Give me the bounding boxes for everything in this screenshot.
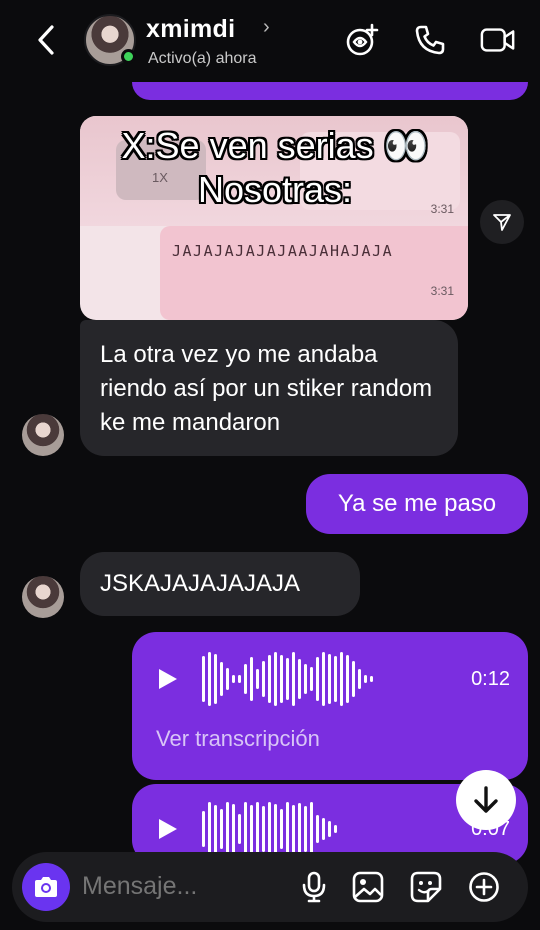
waveform-bar (364, 675, 367, 683)
voice-duration: 0:12 (471, 668, 510, 690)
voice-message[interactable]: 0:12 Ver transcripción (132, 632, 528, 780)
video-call-icon (480, 28, 515, 52)
image-timestamp: 3:31 (430, 284, 454, 298)
waveform[interactable] (202, 800, 337, 858)
waveform-bar (346, 655, 349, 703)
waveform-bar (220, 662, 223, 696)
waveform-bar (202, 811, 205, 847)
sticker-icon (410, 871, 442, 903)
waveform-bar (304, 806, 307, 852)
waveform-bar (280, 655, 283, 703)
waveform-bar (244, 664, 247, 694)
incoming-message[interactable]: La otra vez yo me andaba riendo así por … (80, 320, 458, 456)
waveform-bar (268, 655, 271, 703)
phone-icon (415, 25, 445, 55)
incoming-message[interactable]: JSKAJAJAJAJAJA (80, 552, 360, 616)
waveform-bar (334, 825, 337, 833)
waveform-bar (262, 661, 265, 697)
arrow-down-icon (474, 786, 498, 813)
waveform-bar (310, 802, 313, 856)
waveform-bar (214, 805, 217, 853)
waveform-bar (238, 814, 241, 844)
contact-name[interactable]: xmimdi (146, 15, 235, 44)
waveform-bar (316, 657, 319, 701)
sticker-add-button[interactable] (344, 22, 380, 58)
waveform-bar (208, 652, 211, 706)
caption-line: Nosotras: (197, 169, 353, 210)
waveform-bar (292, 652, 295, 706)
waveform-bar (256, 669, 259, 689)
waveform-bar (256, 802, 259, 856)
waveform-bar (208, 802, 211, 856)
video-caption-overlay: X:Se ven serias 👀 Nosotras: (60, 124, 490, 212)
waveform-bar (220, 809, 223, 849)
plus-circle-icon (469, 872, 499, 902)
waveform-bar (232, 804, 235, 854)
caption-line: X:Se ven serias 👀 (121, 125, 429, 166)
waveform-bar (358, 669, 361, 689)
avatar[interactable] (22, 576, 64, 618)
play-icon[interactable] (156, 818, 178, 840)
waveform-bar (310, 667, 313, 691)
play-icon[interactable] (156, 668, 178, 690)
microphone-icon (302, 871, 326, 903)
waveform-bar (268, 802, 271, 856)
avatar[interactable] (22, 414, 64, 456)
camera-icon (35, 877, 57, 897)
waveform-bar (340, 652, 343, 706)
outgoing-message[interactable]: Ya se me paso (306, 474, 528, 534)
waveform-bar (328, 821, 331, 837)
gallery-button[interactable] (350, 869, 386, 905)
waveform-bar (280, 809, 283, 849)
message-input[interactable] (82, 872, 282, 901)
waveform-bar (244, 802, 247, 856)
waveform-bar (334, 656, 337, 702)
contact-status: Activo(a) ahora (148, 50, 257, 67)
waveform-bar (274, 652, 277, 706)
waveform-bar (286, 802, 289, 856)
waveform-bar (274, 804, 277, 854)
back-icon (38, 25, 54, 55)
more-options-button[interactable] (466, 869, 502, 905)
waveform[interactable] (202, 650, 373, 708)
message-composer (12, 852, 528, 922)
camera-button[interactable] (22, 863, 70, 911)
waveform-bar (322, 652, 325, 706)
waveform-bar (250, 805, 253, 853)
waveform-bar (322, 818, 325, 840)
waveform-bar (298, 803, 301, 855)
view-transcript-link[interactable]: Ver transcripción (156, 726, 320, 752)
share-icon (493, 214, 511, 231)
waveform-bar (238, 675, 241, 683)
contact-avatar[interactable] (84, 14, 136, 66)
sticker-button[interactable] (408, 869, 444, 905)
waveform-bar (298, 659, 301, 699)
video-call-button[interactable] (480, 22, 516, 58)
waveform-bar (250, 657, 253, 701)
online-indicator (121, 49, 136, 64)
waveform-bar (226, 668, 229, 690)
waveform-bar (286, 658, 289, 700)
image-text: JAJAJAJAJAJAAJAHAJAJA (172, 242, 394, 260)
waveform-bar (214, 654, 217, 704)
voice-record-button[interactable] (296, 869, 332, 905)
waveform-bar (316, 815, 319, 843)
waveform-bar (226, 802, 229, 856)
chevron-right-icon[interactable]: › (263, 16, 270, 39)
waveform-bar (232, 675, 235, 683)
back-button[interactable] (30, 22, 62, 58)
call-button[interactable] (412, 22, 448, 58)
waveform-bar (304, 664, 307, 694)
waveform-bar (328, 654, 331, 704)
scroll-to-bottom-button[interactable] (456, 770, 516, 830)
sticker-add-icon (346, 23, 379, 56)
waveform-bar (262, 806, 265, 852)
waveform-bar (202, 656, 205, 702)
gallery-icon (352, 871, 384, 903)
waveform-bar (370, 676, 373, 682)
chat-header: xmimdi › Activo(a) ahora (0, 0, 540, 82)
waveform-bar (292, 805, 295, 853)
waveform-bar (352, 661, 355, 697)
